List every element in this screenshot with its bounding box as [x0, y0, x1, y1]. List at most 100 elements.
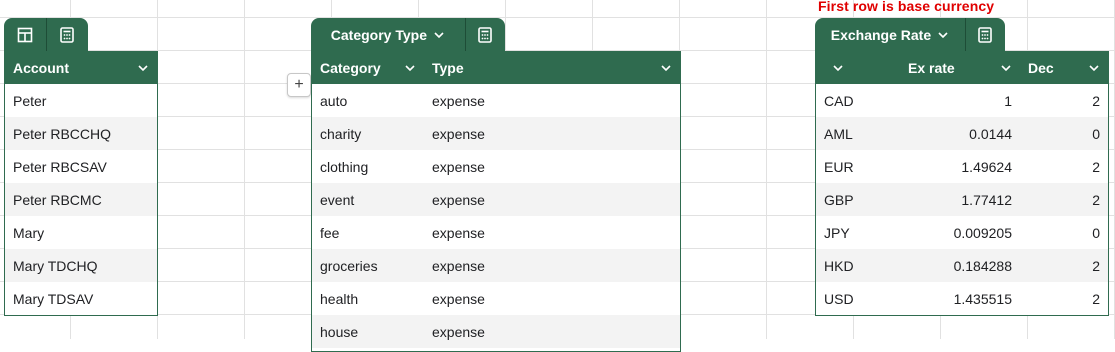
calculator-icon — [478, 26, 493, 43]
table-row: JPY 0.009205 0 — [816, 216, 1108, 249]
calculator-button[interactable] — [964, 18, 1005, 51]
currency-cell[interactable]: EUR — [816, 159, 860, 175]
currency-cell[interactable]: CAD — [816, 93, 860, 109]
category-cell[interactable]: groceries — [312, 258, 424, 274]
table-icon — [17, 27, 33, 42]
type-cell[interactable]: expense — [424, 324, 680, 340]
rate-cell[interactable]: 0.184288 — [860, 258, 1020, 274]
category-cell[interactable]: charity — [312, 126, 424, 142]
dec-cell[interactable]: 0 — [1020, 126, 1108, 142]
table-row: CAD 1 2 — [816, 84, 1108, 117]
category-type-tab-title[interactable]: Category Type — [311, 18, 465, 51]
category-header: Category Type — [312, 51, 680, 84]
account-cell[interactable]: Peter RBCSAV — [5, 159, 157, 175]
rate-cell[interactable]: 1.49624 — [860, 159, 1020, 175]
category-cell[interactable]: health — [312, 291, 424, 307]
table-row: charity expense — [312, 117, 680, 150]
dec-column-header[interactable]: Dec — [1020, 51, 1108, 84]
chevron-down-icon[interactable] — [1088, 62, 1100, 74]
currency-cell[interactable]: GBP — [816, 192, 860, 208]
rate-header-label: Ex rate — [908, 59, 955, 76]
dec-cell[interactable]: 2 — [1020, 93, 1108, 109]
currency-cell[interactable]: HKD — [816, 258, 860, 274]
type-header-label: Type — [432, 59, 464, 76]
table-row: Mary — [5, 216, 157, 249]
table-view-button[interactable] — [4, 18, 46, 51]
table-row: Mary TDCHQ — [5, 249, 157, 282]
dec-cell[interactable]: 2 — [1020, 159, 1108, 175]
chevron-down-icon[interactable] — [660, 62, 672, 74]
account-table-tab — [4, 18, 88, 51]
table-row: Peter RBCMC — [5, 183, 157, 216]
add-column-button[interactable]: + — [287, 73, 311, 97]
account-cell[interactable]: Peter — [5, 93, 157, 109]
account-header-label: Account — [13, 59, 69, 76]
table-row: auto expense — [312, 84, 680, 117]
exchange-rate-tab-title[interactable]: Exchange Rate — [815, 18, 965, 51]
type-cell[interactable]: expense — [424, 225, 680, 241]
chevron-down-icon[interactable] — [832, 62, 844, 74]
dec-header-label: Dec — [1028, 59, 1054, 76]
calculator-button[interactable] — [45, 18, 89, 51]
account-column-header[interactable]: Account — [5, 51, 157, 84]
account-header: Account — [5, 51, 157, 84]
category-cell[interactable]: auto — [312, 93, 424, 109]
currency-cell[interactable]: JPY — [816, 225, 860, 241]
type-cell[interactable]: expense — [424, 192, 680, 208]
table-row: fee expense — [312, 216, 680, 249]
category-cell[interactable]: clothing — [312, 159, 424, 175]
table-row: EUR 1.49624 2 — [816, 150, 1108, 183]
category-column-header[interactable]: Category — [312, 51, 424, 84]
category-cell[interactable]: fee — [312, 225, 424, 241]
type-cell[interactable]: expense — [424, 126, 680, 142]
chevron-down-icon[interactable] — [1000, 62, 1012, 74]
table-row: Mary TDSAV — [5, 282, 157, 315]
rate-cell[interactable]: 0.009205 — [860, 225, 1020, 241]
dec-cell[interactable]: 0 — [1020, 225, 1108, 241]
rate-cell[interactable]: 0.0144 — [860, 126, 1020, 142]
dec-cell[interactable]: 2 — [1020, 258, 1108, 274]
currency-cell[interactable]: USD — [816, 291, 860, 307]
table-row: health expense — [312, 282, 680, 315]
chevron-down-icon[interactable] — [137, 62, 149, 74]
category-type-title: Category Type — [330, 26, 427, 43]
currency-column-header[interactable] — [816, 51, 860, 84]
type-cell[interactable]: expense — [424, 93, 680, 109]
dec-cell[interactable]: 2 — [1020, 192, 1108, 208]
account-cell[interactable]: Mary TDSAV — [5, 291, 157, 307]
table-row: HKD 0.184288 2 — [816, 249, 1108, 282]
table-row: GBP 1.77412 2 — [816, 183, 1108, 216]
type-cell[interactable]: expense — [424, 258, 680, 274]
type-cell[interactable]: expense — [424, 159, 680, 175]
exchange-rate-table: Ex rate Dec CAD 1 2 AML 0.0144 0 EUR 1.49624 2 GB… — [815, 51, 1109, 316]
rate-column-header[interactable]: Ex rate — [860, 51, 1020, 84]
account-cell[interactable]: Peter RBCMC — [5, 192, 157, 208]
exchange-header: Ex rate Dec — [816, 51, 1108, 84]
rate-cell[interactable]: 1.435515 — [860, 291, 1020, 307]
account-cell[interactable]: Mary TDCHQ — [5, 258, 157, 274]
account-cell[interactable]: Mary — [5, 225, 157, 241]
chevron-down-icon[interactable] — [404, 62, 416, 74]
type-column-header[interactable]: Type — [424, 51, 680, 84]
account-cell[interactable]: Peter RBCCHQ — [5, 126, 157, 142]
table-row: Peter RBCSAV — [5, 150, 157, 183]
table-row: groceries expense — [312, 249, 680, 282]
table-row: house expense — [312, 315, 680, 348]
rate-cell[interactable]: 1 — [860, 93, 1020, 109]
exchange-rate-title: Exchange Rate — [830, 26, 932, 43]
category-header-label: Category — [320, 59, 381, 76]
category-cell[interactable]: house — [312, 324, 424, 340]
calculator-button[interactable] — [464, 18, 505, 51]
dec-cell[interactable]: 2 — [1020, 291, 1108, 307]
table-row: Peter — [5, 84, 157, 117]
type-cell[interactable]: expense — [424, 291, 680, 307]
rate-cell[interactable]: 1.77412 — [860, 192, 1020, 208]
table-row: Peter RBCCHQ — [5, 117, 157, 150]
table-row: AML 0.0144 0 — [816, 117, 1108, 150]
category-cell[interactable]: event — [312, 192, 424, 208]
currency-cell[interactable]: AML — [816, 126, 860, 142]
chevron-down-icon — [434, 31, 444, 38]
table-row: USD 1.435515 2 — [816, 282, 1108, 315]
calculator-icon — [60, 26, 75, 43]
calculator-icon — [978, 26, 993, 43]
